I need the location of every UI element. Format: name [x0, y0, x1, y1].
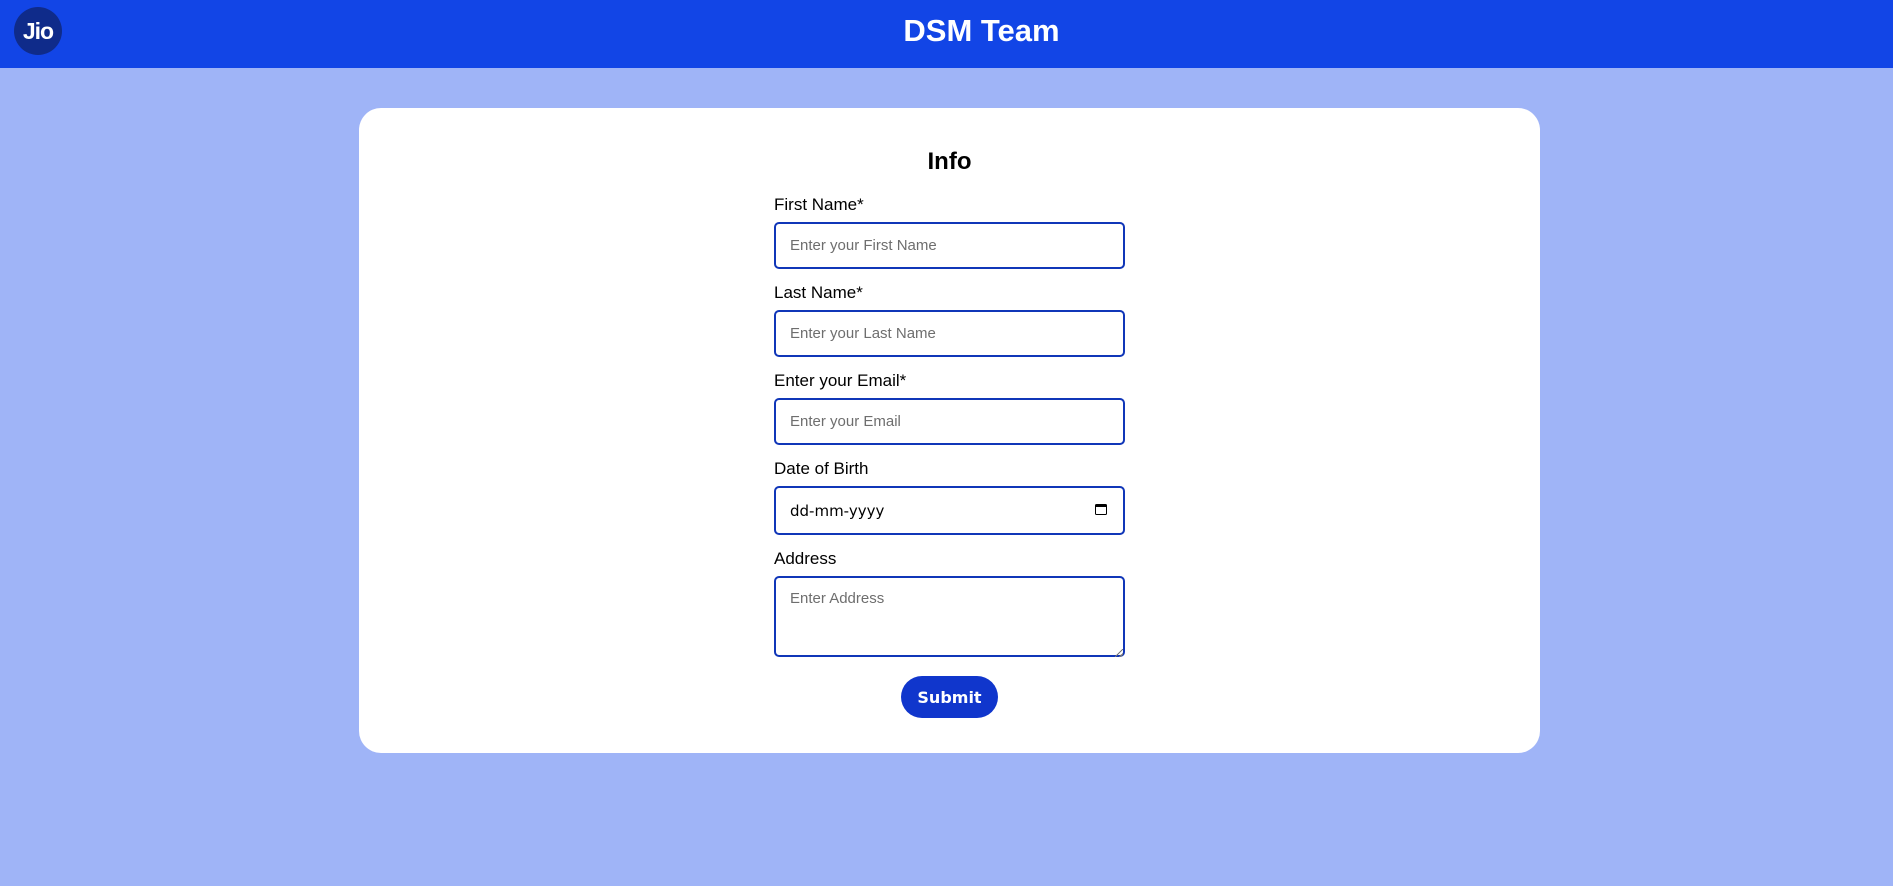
top-header-bar: Jio DSM Team [0, 0, 1893, 68]
submit-button[interactable]: Submit [901, 676, 998, 718]
date-of-birth-label: Date of Birth [774, 459, 869, 478]
page-title: DSM Team [903, 13, 1060, 48]
email-label: Enter your Email* [774, 371, 907, 390]
calendar-icon[interactable] [1095, 504, 1107, 515]
email-input[interactable] [774, 398, 1125, 445]
form-title: Info [927, 148, 972, 175]
address-label: Address [774, 549, 837, 568]
date-format-text: dd-mm-yyyy [790, 502, 885, 520]
first-name-input[interactable] [774, 222, 1125, 269]
first-name-label: First Name* [774, 195, 864, 214]
address-textarea[interactable] [774, 576, 1125, 657]
last-name-label: Last Name* [774, 283, 863, 302]
info-form-card: Info First Name* Last Name* Enter your E… [359, 108, 1540, 753]
resize-handle-icon[interactable] [1115, 649, 1123, 657]
date-of-birth-input[interactable]: dd-mm-yyyy [774, 486, 1125, 535]
last-name-input[interactable] [774, 310, 1125, 357]
